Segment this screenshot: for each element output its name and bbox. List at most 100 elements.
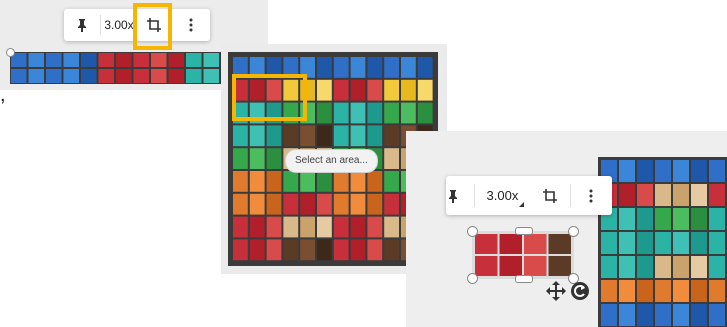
product-package (673, 232, 689, 254)
product-package (317, 171, 332, 192)
product-package (266, 148, 282, 169)
product-package (283, 193, 299, 215)
product-package (691, 208, 707, 230)
product-package (384, 148, 399, 169)
product-package (384, 102, 399, 124)
product-package (655, 304, 671, 326)
product-package (186, 53, 202, 67)
selected-area-box[interactable] (232, 74, 307, 121)
product-package (499, 234, 522, 254)
product-package (619, 208, 635, 230)
product-package (233, 193, 248, 215)
crop-icon (542, 188, 557, 203)
product-package (548, 256, 571, 276)
product-package (300, 239, 315, 261)
product-package (601, 256, 617, 278)
product-package (475, 256, 498, 276)
product-package (691, 184, 707, 206)
resize-handle[interactable] (6, 48, 15, 57)
rotate-button[interactable] (570, 281, 590, 301)
product-package (709, 232, 725, 254)
product-package (673, 304, 689, 326)
product-package (417, 79, 433, 101)
product-package (548, 234, 571, 254)
product-package (317, 216, 332, 238)
product-package (28, 53, 44, 67)
resize-handle-bottom[interactable] (515, 275, 533, 283)
product-package (619, 232, 635, 254)
product-package (283, 171, 299, 192)
product-package (601, 232, 617, 254)
product-package (151, 53, 167, 67)
more-vertical-icon (189, 18, 193, 32)
more-options-button[interactable] (172, 9, 210, 41)
product-package (655, 160, 671, 182)
product-package (133, 53, 149, 67)
product-package (233, 125, 248, 147)
product-package (384, 239, 399, 261)
product-package (81, 69, 97, 83)
product-package (300, 171, 315, 192)
product-package (317, 193, 332, 215)
product-package (300, 193, 315, 215)
product-package (637, 304, 653, 326)
resize-handle-top[interactable] (515, 227, 533, 235)
product-package (249, 216, 265, 238)
product-package (384, 125, 399, 147)
product-package (350, 239, 366, 261)
product-package (333, 79, 349, 101)
product-package (300, 216, 315, 238)
product-package (367, 125, 383, 147)
product-package (367, 79, 383, 101)
crop-button-highlight (133, 3, 172, 50)
product-package (63, 69, 79, 83)
product-package (283, 125, 299, 147)
product-package (655, 232, 671, 254)
product-package (168, 69, 184, 83)
rotate-icon (571, 282, 589, 300)
product-package (233, 171, 248, 192)
select-area-tooltip: Select an area... (285, 149, 378, 173)
product-package (367, 239, 383, 261)
pin-icon (448, 189, 457, 203)
product-package (637, 184, 653, 206)
product-package (637, 208, 653, 230)
resize-handle-top-right[interactable] (568, 226, 579, 237)
cropped-image[interactable] (467, 226, 579, 284)
product-package (709, 304, 725, 326)
resize-handle-top-left[interactable] (467, 226, 478, 237)
product-package (317, 79, 332, 101)
product-package (384, 79, 399, 101)
product-package (673, 256, 689, 278)
zoom-level-button[interactable]: 3.00x (475, 176, 530, 215)
pin-button[interactable] (446, 176, 460, 215)
product-package (63, 53, 79, 67)
product-package (98, 69, 114, 83)
product-package (283, 216, 299, 238)
move-icon (546, 281, 566, 301)
product-package (233, 216, 248, 238)
product-package (283, 239, 299, 261)
resize-handle-bottom-left[interactable] (467, 273, 478, 284)
product-package (655, 256, 671, 278)
product-package (601, 304, 617, 326)
product-package (619, 256, 635, 278)
product-package (401, 79, 416, 101)
product-package (637, 232, 653, 254)
crop-button[interactable] (530, 176, 569, 215)
product-package (333, 239, 349, 261)
product-package (203, 53, 219, 67)
product-package (11, 69, 27, 83)
product-package (655, 208, 671, 230)
product-package (249, 125, 265, 147)
pin-button[interactable] (64, 9, 100, 41)
more-options-button[interactable] (571, 176, 612, 215)
shelf-image (598, 157, 727, 327)
product-package (367, 171, 383, 192)
product-package (367, 216, 383, 238)
zoom-level-button[interactable]: 3.00x (101, 9, 137, 41)
product-package (350, 171, 366, 192)
product-package (691, 304, 707, 326)
move-button[interactable] (546, 281, 566, 301)
product-package (475, 234, 498, 254)
